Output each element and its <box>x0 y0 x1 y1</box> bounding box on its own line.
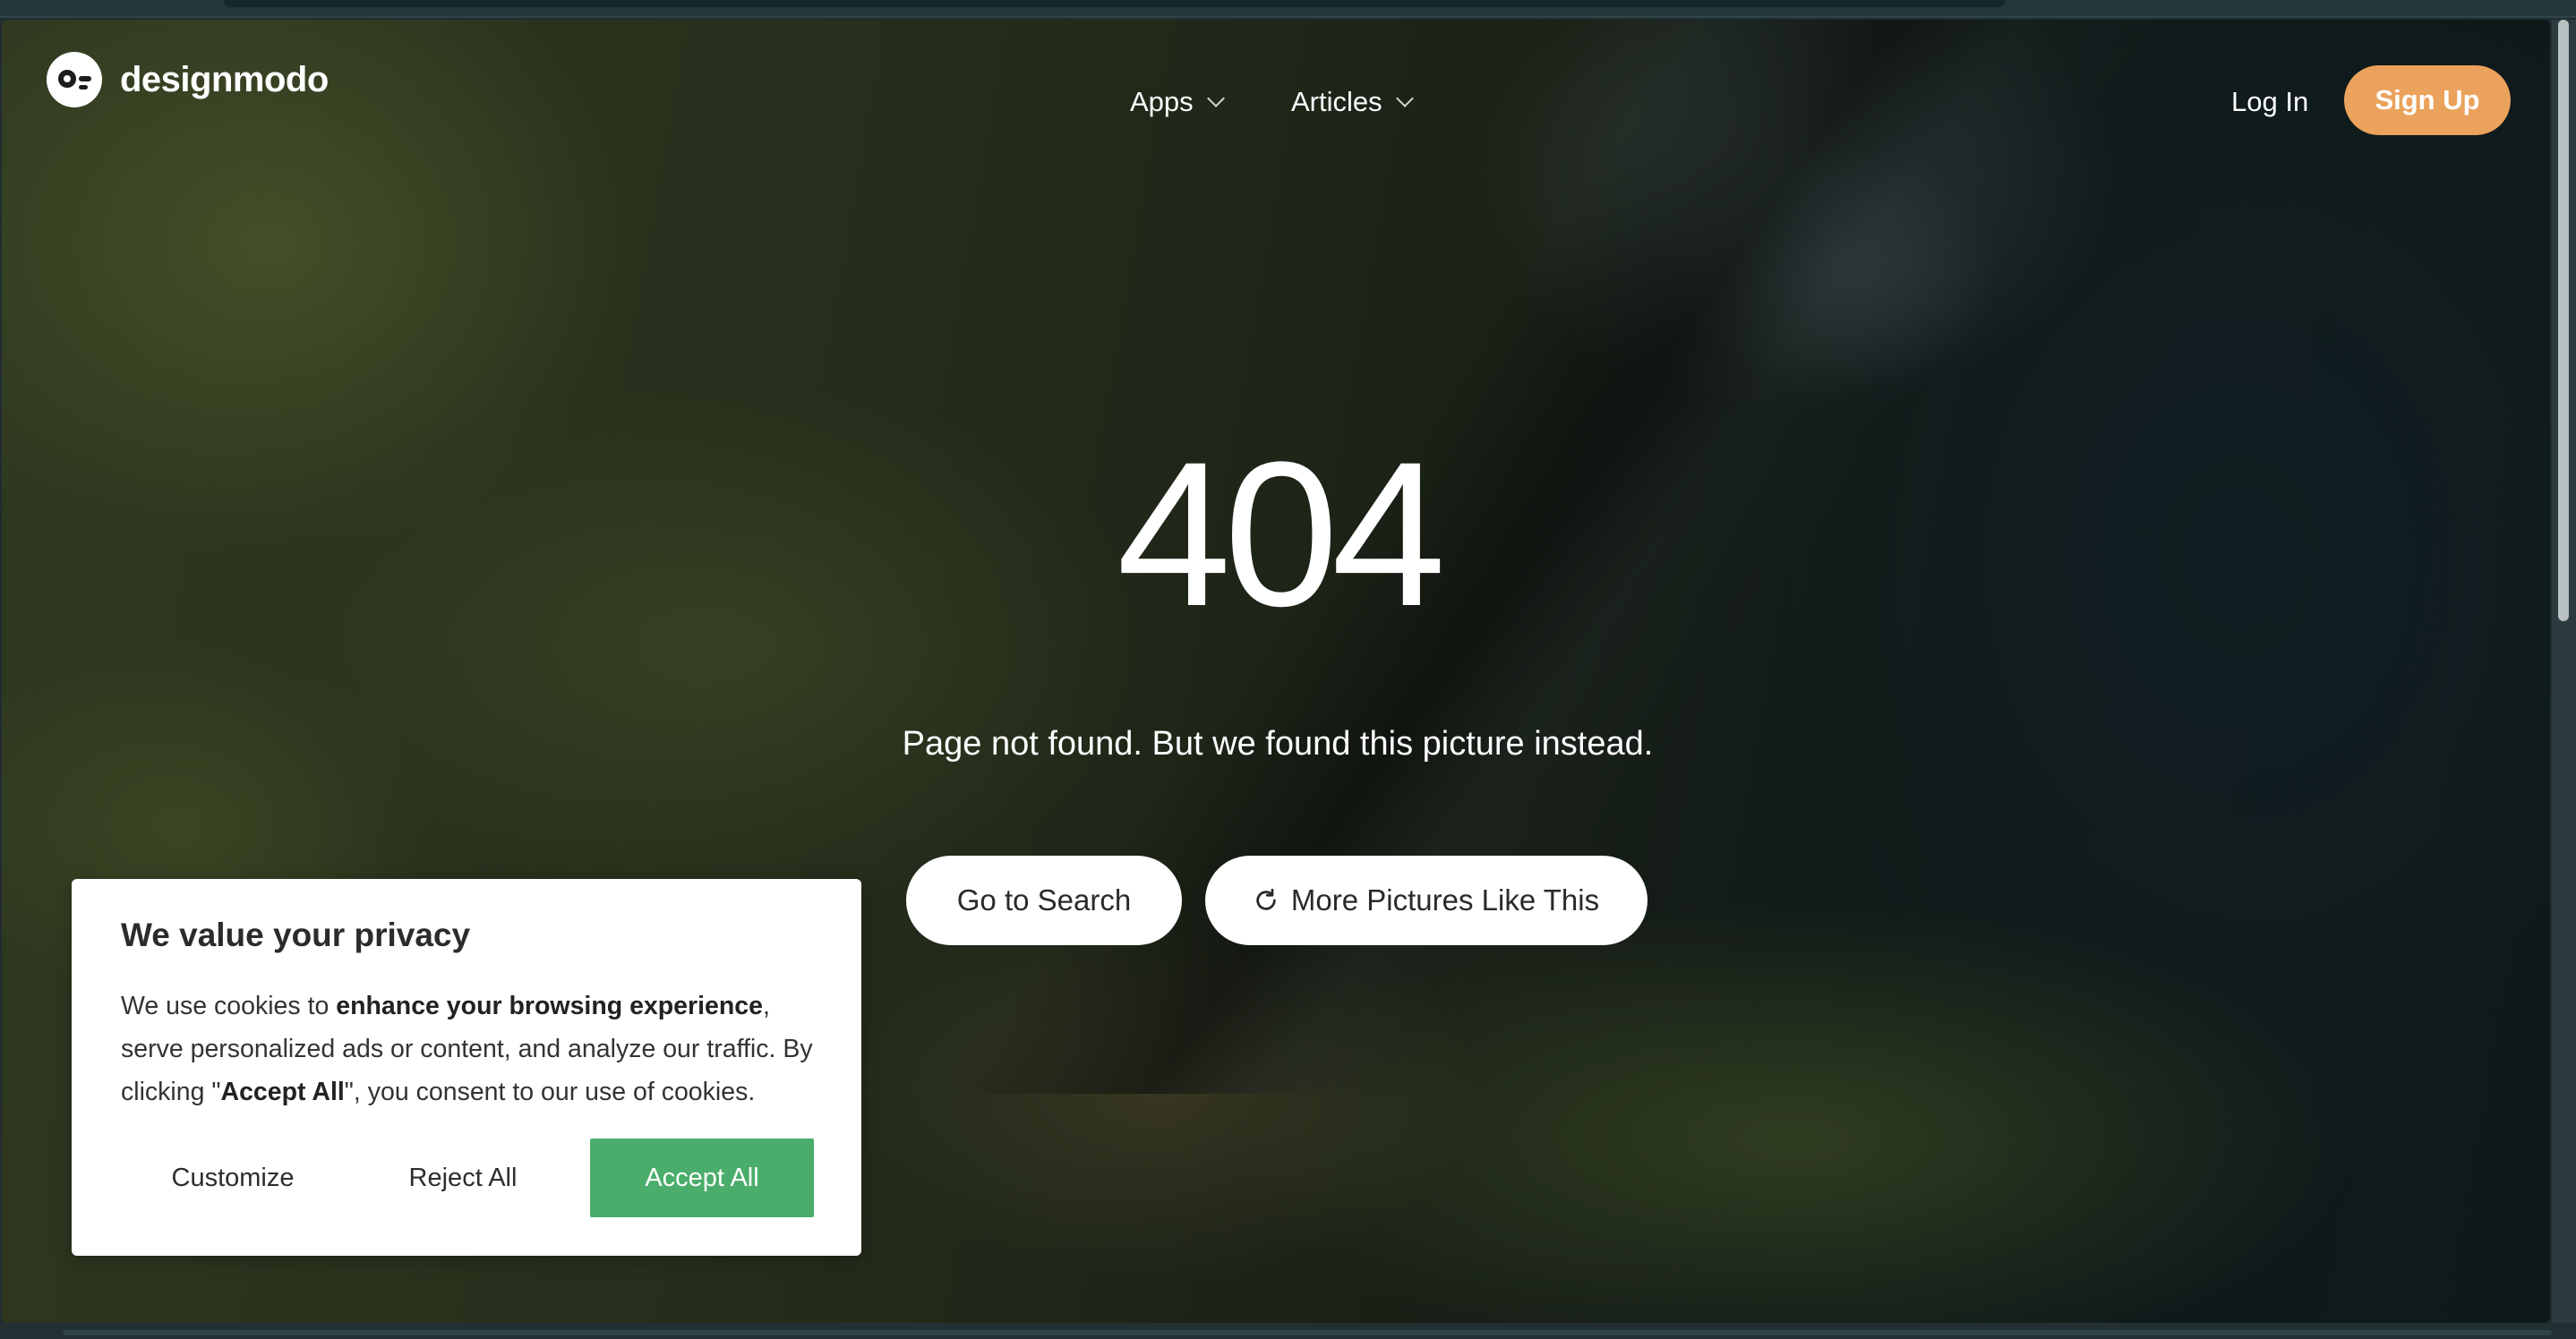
cookie-consent-banner: We value your privacy We use cookies to … <box>72 879 861 1256</box>
signup-button[interactable]: Sign Up <box>2344 65 2511 135</box>
nav-articles-menu[interactable]: Articles <box>1291 81 1414 124</box>
page-scrollbar[interactable] <box>2552 20 2576 1323</box>
cookie-title: We value your privacy <box>121 917 471 953</box>
cookie-text-accept-all: Accept All <box>220 1078 345 1106</box>
site-header: designmodo Apps Articles Log In Sign Up <box>2 20 2550 145</box>
cookie-text-1: We use cookies to <box>121 992 337 1020</box>
scrollbar-thumb[interactable] <box>2558 20 2569 621</box>
error-message: Page not found. But we found this pictur… <box>902 725 1654 763</box>
chevron-down-icon <box>1395 90 1414 107</box>
nav-apps-label: Apps <box>1130 86 1194 117</box>
window-top-strip <box>0 0 2576 18</box>
browser-window: designmodo Apps Articles Log In Sign Up … <box>0 0 2576 1339</box>
brand-logo[interactable]: designmodo <box>47 50 329 109</box>
page-viewport: designmodo Apps Articles Log In Sign Up … <box>2 20 2550 1323</box>
nav-articles-label: Articles <box>1291 86 1382 117</box>
cookie-description: We use cookies to enhance your browsing … <box>121 985 837 1113</box>
tab-strip <box>224 0 2006 7</box>
more-pictures-button[interactable]: More Pictures Like This <box>1205 856 1647 945</box>
cookie-text-5: ", you consent to our use of cookies. <box>344 1078 756 1106</box>
brand-name: designmodo <box>120 59 329 99</box>
error-code: 404 <box>1117 419 1446 649</box>
go-to-search-button[interactable]: Go to Search <box>906 856 1182 945</box>
login-link[interactable]: Log In <box>2231 81 2308 124</box>
horizontal-scroll-track <box>63 1330 2552 1335</box>
refresh-icon <box>1254 888 1279 913</box>
designmodo-logo-icon <box>47 52 102 107</box>
chevron-down-icon <box>1206 90 1225 107</box>
cookie-reject-button[interactable]: Reject All <box>351 1139 575 1217</box>
window-bottom-strip <box>0 1323 2576 1339</box>
go-to-search-label: Go to Search <box>956 883 1132 917</box>
cookie-customize-button[interactable]: Customize <box>121 1139 345 1217</box>
more-pictures-label: More Pictures Like This <box>1290 883 1600 917</box>
cookie-text-emphasis: enhance your browsing experience <box>336 992 764 1020</box>
cookie-accept-button[interactable]: Accept All <box>590 1139 814 1217</box>
nav-apps-menu[interactable]: Apps <box>1130 81 1225 124</box>
